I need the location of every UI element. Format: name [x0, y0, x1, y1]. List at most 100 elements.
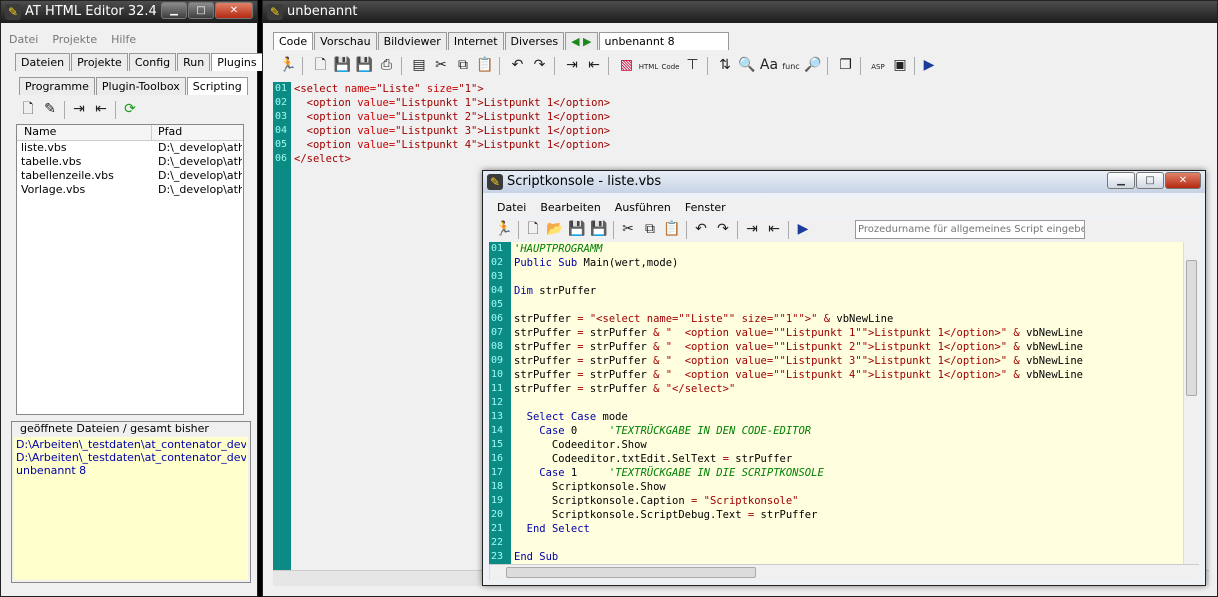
script-maximize-button[interactable]: □ — [1136, 172, 1164, 189]
tab-plugins[interactable]: Plugins — [211, 53, 263, 71]
script-hscrollbar[interactable] — [489, 564, 1199, 580]
cut-icon[interactable]: ✂ — [430, 54, 452, 76]
code-icon[interactable]: Code — [660, 56, 682, 78]
script-menu-fenster[interactable]: Fenster — [685, 201, 726, 214]
copy-icon[interactable]: ⧉ — [452, 54, 474, 76]
save-icon[interactable]: 💾 — [566, 218, 588, 240]
minimize-button[interactable]: ▁ — [161, 2, 187, 19]
outdent-icon[interactable]: ⇤ — [763, 218, 785, 240]
tab-config[interactable]: Config — [128, 53, 177, 71]
file-row[interactable]: Vorlage.vbs D:\_develop\athtm — [17, 183, 243, 197]
save-as-icon[interactable]: 💾 — [588, 218, 610, 240]
tab-diverses[interactable]: Diverses — [504, 32, 565, 50]
menu-datei[interactable]: Datei — [9, 33, 38, 46]
scroll-thumb[interactable] — [1186, 260, 1197, 396]
indent-icon[interactable]: ⇥ — [741, 218, 763, 240]
script-titlebar: ✎ Scriptkonsole - liste.vbs ▁ □ ✕ — [483, 171, 1205, 193]
tab-plugin-toolbox[interactable]: Plugin-Toolbox — [95, 77, 186, 95]
code-token: Main(wert,mode) — [583, 257, 679, 269]
asp-jsp-icon[interactable]: ASP — [867, 56, 889, 78]
line-number: 10 — [491, 369, 504, 380]
opened-file-item[interactable]: D:\Arbeiten\_testdaten\at_contenator_dev… — [16, 438, 246, 451]
tab-internet[interactable]: Internet — [447, 32, 504, 50]
undo-icon[interactable]: ↶ — [507, 54, 529, 76]
maximize-button[interactable]: □ — [188, 2, 214, 19]
doc-tab[interactable]: unbenannt 8 — [598, 32, 729, 50]
case-icon[interactable]: Aa — [758, 54, 780, 76]
tab-projekte[interactable]: Projekte — [71, 53, 128, 71]
indent-icon[interactable]: ⇥ — [561, 54, 583, 76]
sort-icon[interactable]: ⇅ — [714, 54, 736, 76]
column-header-name[interactable]: Name — [17, 125, 152, 140]
script-close-button[interactable]: ✕ — [1165, 172, 1201, 189]
redo-icon[interactable]: ↷ — [529, 54, 551, 76]
new-file-icon[interactable]: 🗋 — [522, 218, 544, 240]
print-icon[interactable]: ⎙ — [376, 54, 398, 76]
file-row[interactable]: tabellenzeile.vbs D:\_develop\athtm — [17, 169, 243, 183]
run-icon[interactable]: 🏃 — [493, 218, 515, 240]
zoom-icon[interactable]: 🔎 — [802, 54, 824, 76]
tab-dateien[interactable]: Dateien — [15, 53, 71, 71]
windows-icon[interactable]: ❐ — [835, 54, 857, 76]
undo-icon[interactable]: ↶ — [690, 218, 712, 240]
cut-icon[interactable]: ✂ — [617, 218, 639, 240]
color-picker-icon[interactable]: ▧ — [616, 54, 638, 76]
file-row[interactable]: liste.vbs D:\_develop\athtm — [17, 141, 243, 155]
line-number: 18 — [491, 481, 504, 492]
tab-code[interactable]: Code — [273, 32, 314, 50]
code-token: Scriptkonsole.ScriptDebug.Text — [514, 509, 748, 521]
open-folder-icon[interactable]: 📂 — [544, 218, 566, 240]
code-token: Listpunkt 1 — [483, 111, 554, 123]
run-icon[interactable]: 🏃 — [277, 54, 299, 76]
file-row[interactable]: tabelle.vbs D:\_develop\athtm — [17, 155, 243, 169]
clipboard-icon[interactable]: ▤ — [408, 54, 430, 76]
html-php-icon[interactable]: HTML — [638, 56, 660, 78]
save-icon[interactable]: 💾 — [332, 54, 354, 76]
nav-arrows[interactable]: ◀ ▶ — [565, 32, 598, 50]
script-menu-datei[interactable]: Datei — [497, 201, 526, 214]
refresh-icon[interactable]: ⟳ — [119, 98, 141, 120]
tab-bildviewer[interactable]: Bildviewer — [377, 32, 447, 50]
tree-icon[interactable]: ⊤ — [682, 54, 704, 76]
paste-icon[interactable]: 📋 — [474, 54, 496, 76]
close-button[interactable]: ✕ — [215, 2, 253, 19]
script-icon[interactable]: ▣ — [889, 54, 911, 76]
script-minimize-button[interactable]: ▁ — [1107, 172, 1135, 189]
new-file-icon[interactable]: 🗋 — [310, 54, 332, 76]
tab-run[interactable]: Run — [177, 53, 211, 71]
opened-file-item[interactable]: unbenannt 8 — [16, 464, 246, 477]
edit-file-icon[interactable]: ✎ — [39, 98, 61, 120]
tab-scripting[interactable]: Scripting — [186, 77, 248, 95]
opened-file-item[interactable]: D:\Arbeiten\_testdaten\at_contenator_dev… — [16, 451, 246, 464]
paste-icon[interactable]: 📋 — [661, 218, 683, 240]
main-tabs: Code Vorschau Bildviewer Internet Divers… — [273, 30, 730, 50]
copy-icon[interactable]: ⧉ — [639, 218, 661, 240]
indent-icon[interactable]: ⇥ — [68, 98, 90, 120]
script-menu-bearbeiten[interactable]: Bearbeiten — [540, 201, 600, 214]
toolbar-separator — [859, 57, 861, 75]
find-icon[interactable]: 🔍 — [736, 54, 758, 76]
column-header-path[interactable]: Pfad — [152, 125, 182, 140]
code-token: <option — [306, 125, 358, 137]
hscroll-thumb[interactable] — [506, 567, 756, 578]
new-file-icon[interactable]: 🗋 — [17, 98, 39, 120]
menu-hilfe[interactable]: Hilfe — [111, 33, 136, 46]
code-token: 0 — [570, 425, 609, 437]
script-menu-ausfuehren[interactable]: Ausführen — [615, 201, 671, 214]
file-name: tabellenzeile.vbs — [21, 169, 114, 182]
code-line: <option value="Listpunkt 4">Listpunkt 1<… — [294, 138, 1212, 152]
script-code-editor[interactable]: 'HAUPTPROGRAMM Public Sub Main(wert,mode)… — [511, 242, 1183, 564]
function-icon[interactable]: func — [780, 56, 802, 78]
play-icon[interactable]: ▶ — [918, 54, 940, 76]
procedure-name-input[interactable] — [855, 220, 1085, 239]
save-as-icon[interactable]: 💾 — [354, 54, 376, 76]
play-icon[interactable]: ▶ — [792, 218, 814, 240]
tab-programme[interactable]: Programme — [19, 77, 95, 95]
tab-vorschau[interactable]: Vorschau — [314, 32, 377, 50]
outdent-icon[interactable]: ⇤ — [90, 98, 112, 120]
menu-projekte[interactable]: Projekte — [52, 33, 97, 46]
redo-icon[interactable]: ↷ — [712, 218, 734, 240]
script-vscrollbar[interactable] — [1183, 242, 1199, 564]
outdent-icon[interactable]: ⇤ — [583, 54, 605, 76]
